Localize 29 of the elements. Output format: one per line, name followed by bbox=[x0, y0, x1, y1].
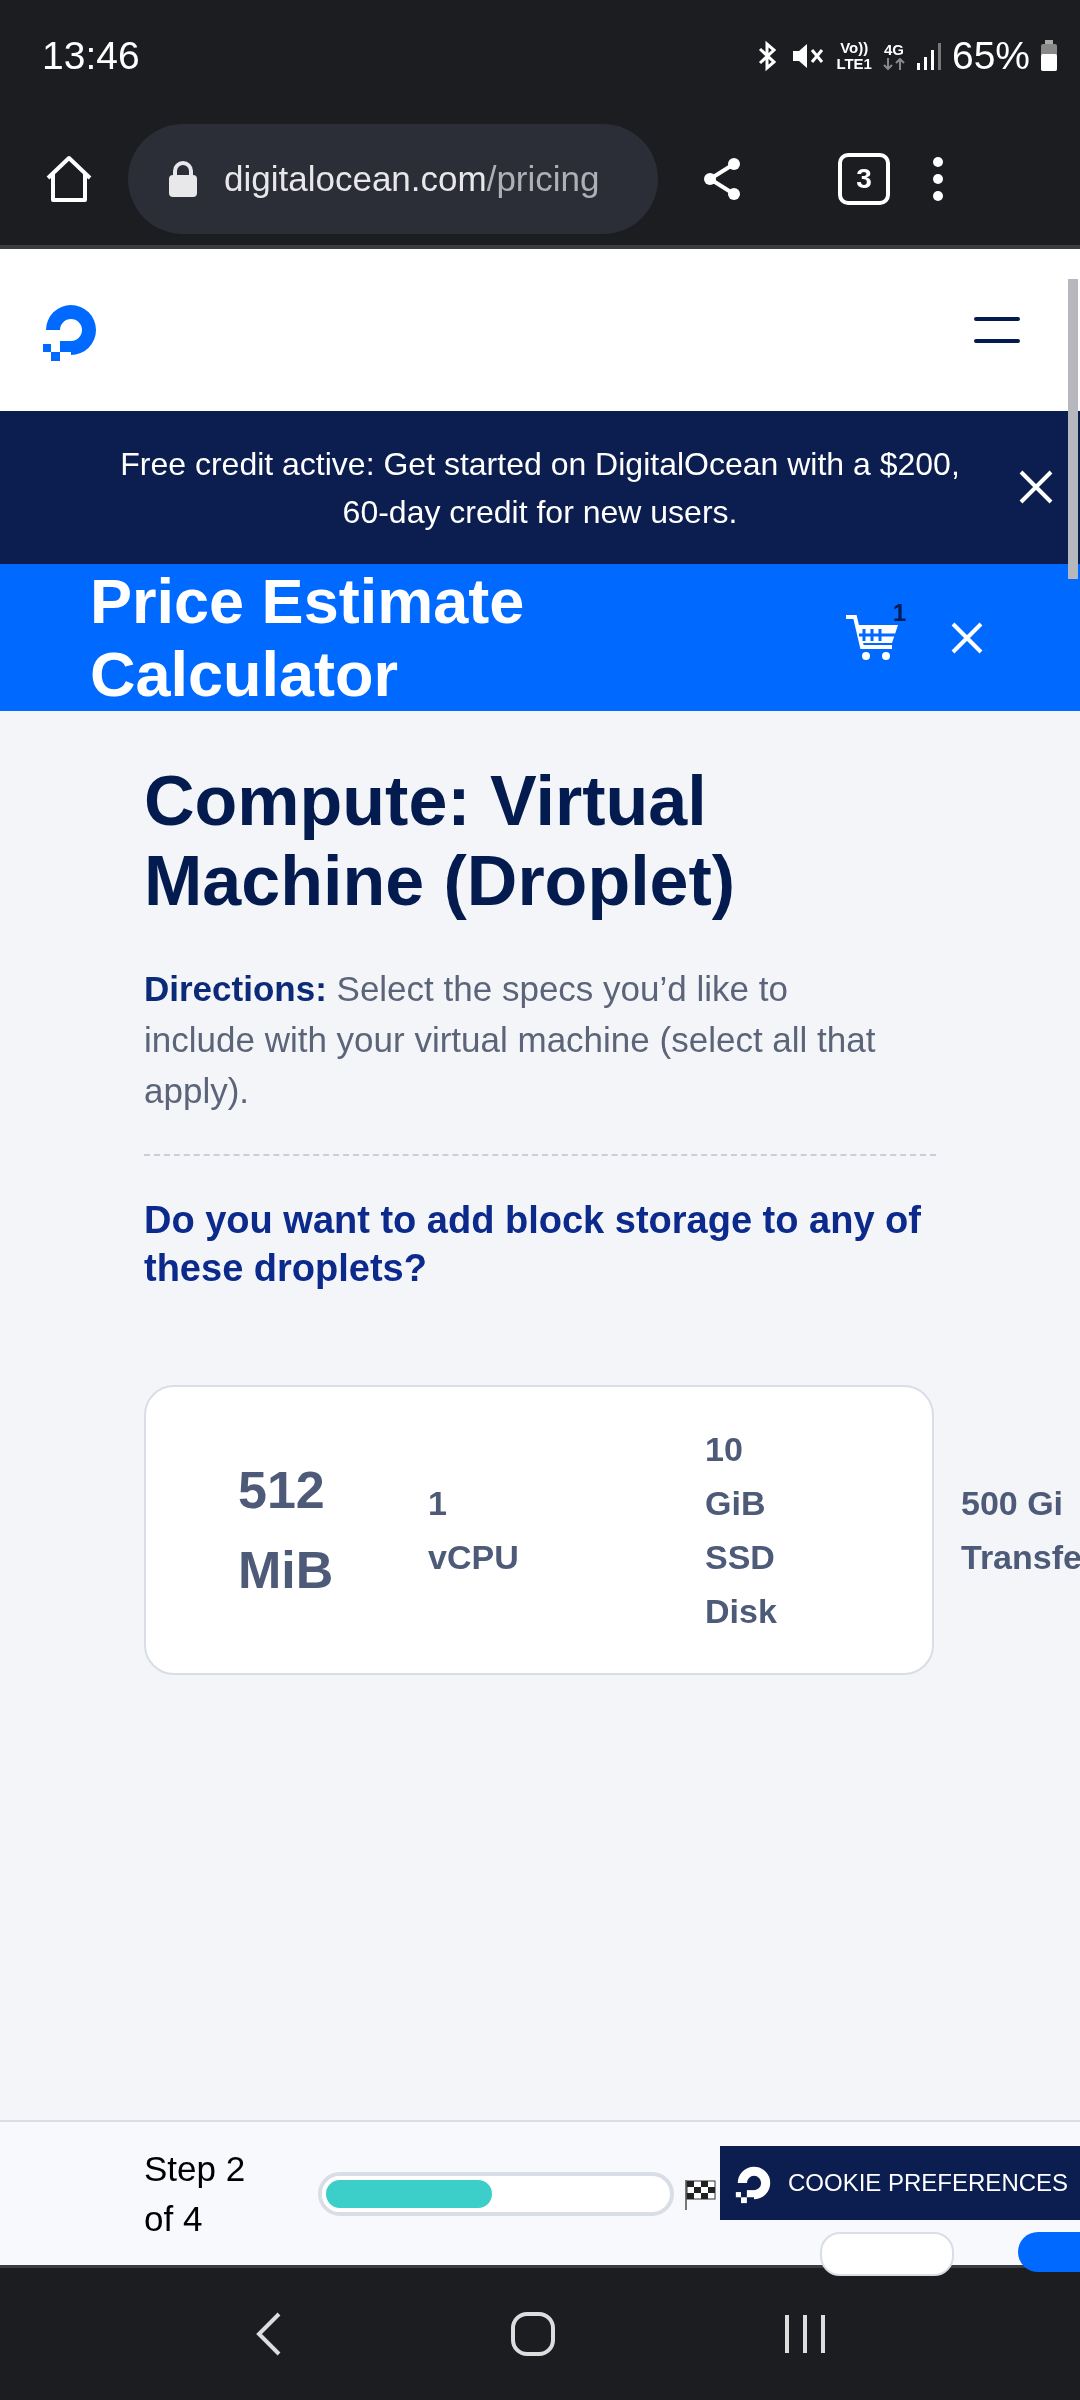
directions-text: Directions: Select the specs you’d like to include with your virtual machine (select all that apply). bbox=[144, 968, 877, 1112]
battery-icon bbox=[1040, 40, 1058, 72]
signal-icon bbox=[915, 41, 942, 71]
outline-button[interactable] bbox=[820, 2232, 954, 2276]
recents-icon[interactable] bbox=[782, 2313, 827, 2355]
primary-button[interactable] bbox=[1018, 2232, 1080, 2272]
menu-icon[interactable] bbox=[974, 315, 1020, 345]
spec-text: 10 GiB SSD Disk bbox=[705, 1429, 778, 1632]
network-label: 4G bbox=[883, 42, 904, 58]
step-text: Step 2 of 4 bbox=[144, 2147, 247, 2240]
status-time: 13:46 bbox=[42, 34, 140, 78]
spec-text: 1 vCPU bbox=[428, 1483, 520, 1578]
question-text: Do you want to add block storage to any of these droplets? bbox=[144, 1198, 922, 1291]
banner-text: Free credit active: Get started on DigitalOcean with a $200, 60-day credit for new users. bbox=[119, 444, 961, 532]
close-icon[interactable] bbox=[1018, 469, 1054, 505]
memory-size: 512 MiB bbox=[238, 1460, 335, 1601]
volte-label: Vo)) bbox=[840, 40, 869, 56]
cart-count: 1 bbox=[892, 598, 906, 627]
data-arrows-icon bbox=[881, 58, 906, 70]
lock-icon bbox=[168, 159, 198, 198]
address-bar[interactable]: digitalocean.com/pricing bbox=[128, 123, 658, 234]
cookie-preferences-button[interactable]: COOKIE PREFERENCES bbox=[720, 2146, 1080, 2220]
battery-percent: 65% bbox=[951, 34, 1030, 78]
calculator-title: Price Estimate Calculator bbox=[90, 564, 526, 711]
section-heading: Compute: Virtual Machine (Droplet) bbox=[144, 761, 737, 921]
lte-label: LTE1 bbox=[836, 56, 872, 72]
tab-count-button[interactable]: 3 bbox=[838, 152, 890, 205]
url-text: digitalocean.com/pricing bbox=[224, 158, 600, 199]
home-button-icon[interactable] bbox=[510, 2311, 556, 2357]
